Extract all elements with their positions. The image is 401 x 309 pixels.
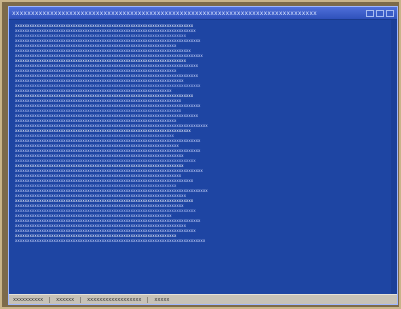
- console-line: xxxxxxxxxxxxxxxxxxxxxxxxxxxxxxxxxxxxxxxx…: [15, 199, 194, 203]
- console-line: xxxxxxxxxxxxxxxxxxxxxxxxxxxxxxxxxxxxxxxx…: [15, 209, 196, 213]
- console-line: xxxxxxxxxxxxxxxxxxxxxxxxxxxxxxxxxxxxxxxx…: [15, 229, 196, 233]
- console-line: xxxxxxxxxxxxxxxxxxxxxxxxxxxxxxxxxxxxxxxx…: [15, 79, 184, 83]
- console-line: xxxxxxxxxxxxxxxxxxxxxxxxxxxxxxxxxxxxxxxx…: [15, 184, 177, 188]
- status-separator: [80, 296, 82, 303]
- console-line: xxxxxxxxxxxxxxxxxxxxxxxxxxxxxxxxxxxxxxxx…: [15, 104, 201, 108]
- console-line: xxxxxxxxxxxxxxxxxxxxxxxxxxxxxxxxxxxxxxxx…: [15, 239, 206, 243]
- console-line: xxxxxxxxxxxxxxxxxxxxxxxxxxxxxxxxxxxxxxxx…: [15, 139, 201, 143]
- status-separator: [49, 296, 51, 303]
- console-line: xxxxxxxxxxxxxxxxxxxxxxxxxxxxxxxxxxxxxxxx…: [15, 134, 174, 138]
- console-line: xxxxxxxxxxxxxxxxxxxxxxxxxxxxxxxxxxxxxxxx…: [15, 64, 199, 68]
- console-line: xxxxxxxxxxxxxxxxxxxxxxxxxxxxxxxxxxxxxxxx…: [15, 159, 196, 163]
- close-button[interactable]: [386, 9, 394, 17]
- console-line: xxxxxxxxxxxxxxxxxxxxxxxxxxxxxxxxxxxxxxxx…: [15, 219, 201, 223]
- console-line: xxxxxxxxxxxxxxxxxxxxxxxxxxxxxxxxxxxxxxxx…: [15, 44, 177, 48]
- maximize-button[interactable]: [376, 9, 384, 17]
- monitor-frame: xxxxxxxxxxxxxxxxxxxxxxxxxxxxxxxxxxxxxxxx…: [2, 2, 399, 307]
- console-line: xxxxxxxxxxxxxxxxxxxxxxxxxxxxxxxxxxxxxxxx…: [15, 129, 191, 133]
- console-line: xxxxxxxxxxxxxxxxxxxxxxxxxxxxxxxxxxxxxxxx…: [15, 59, 186, 63]
- console-line: xxxxxxxxxxxxxxxxxxxxxxxxxxxxxxxxxxxxxxxx…: [15, 224, 186, 228]
- console-window[interactable]: xxxxxxxxxxxxxxxxxxxxxxxxxxxxxxxxxxxxxxxx…: [8, 6, 398, 305]
- console-line: xxxxxxxxxxxxxxxxxxxxxxxxxxxxxxxxxxxxxxxx…: [15, 144, 179, 148]
- minimize-button[interactable]: [366, 9, 374, 17]
- console-line: xxxxxxxxxxxxxxxxxxxxxxxxxxxxxxxxxxxxxxxx…: [15, 179, 194, 183]
- status-item: xxxxxx: [56, 296, 75, 303]
- console-line: xxxxxxxxxxxxxxxxxxxxxxxxxxxxxxxxxxxxxxxx…: [15, 204, 184, 208]
- console-line: xxxxxxxxxxxxxxxxxxxxxxxxxxxxxxxxxxxxxxxx…: [15, 189, 208, 193]
- console-line: xxxxxxxxxxxxxxxxxxxxxxxxxxxxxxxxxxxxxxxx…: [15, 214, 172, 218]
- console-line: xxxxxxxxxxxxxxxxxxxxxxxxxxxxxxxxxxxxxxxx…: [15, 89, 172, 93]
- status-item: xxxxxxxxxx: [13, 296, 44, 303]
- console-line: xxxxxxxxxxxxxxxxxxxxxxxxxxxxxxxxxxxxxxxx…: [15, 24, 194, 28]
- console-line: xxxxxxxxxxxxxxxxxxxxxxxxxxxxxxxxxxxxxxxx…: [15, 119, 177, 123]
- status-item: xxxxx: [154, 296, 170, 303]
- console-line: xxxxxxxxxxxxxxxxxxxxxxxxxxxxxxxxxxxxxxxx…: [15, 114, 199, 118]
- console-line: xxxxxxxxxxxxxxxxxxxxxxxxxxxxxxxxxxxxxxxx…: [15, 84, 201, 88]
- console-line: xxxxxxxxxxxxxxxxxxxxxxxxxxxxxxxxxxxxxxxx…: [15, 99, 182, 103]
- console-line: xxxxxxxxxxxxxxxxxxxxxxxxxxxxxxxxxxxxxxxx…: [15, 34, 186, 38]
- console-line: xxxxxxxxxxxxxxxxxxxxxxxxxxxxxxxxxxxxxxxx…: [15, 234, 177, 238]
- window-titlebar[interactable]: xxxxxxxxxxxxxxxxxxxxxxxxxxxxxxxxxxxxxxxx…: [9, 7, 397, 20]
- console-line: xxxxxxxxxxxxxxxxxxxxxxxxxxxxxxxxxxxxxxxx…: [15, 54, 203, 58]
- console-line: xxxxxxxxxxxxxxxxxxxxxxxxxxxxxxxxxxxxxxxx…: [15, 154, 184, 158]
- status-separator: [147, 296, 149, 303]
- console-line: xxxxxxxxxxxxxxxxxxxxxxxxxxxxxxxxxxxxxxxx…: [15, 69, 177, 73]
- console-line: xxxxxxxxxxxxxxxxxxxxxxxxxxxxxxxxxxxxxxxx…: [15, 124, 208, 128]
- status-item: xxxxxxxxxxxxxxxxxx: [87, 296, 142, 303]
- console-output[interactable]: xxxxxxxxxxxxxxxxxxxxxxxxxxxxxxxxxxxxxxxx…: [9, 20, 397, 294]
- console-line: xxxxxxxxxxxxxxxxxxxxxxxxxxxxxxxxxxxxxxxx…: [15, 169, 203, 173]
- status-bar: xxxxxxxxxx xxxxxx xxxxxxxxxxxxxxxxxx xxxxx: [9, 294, 397, 304]
- console-line: xxxxxxxxxxxxxxxxxxxxxxxxxxxxxxxxxxxxxxxx…: [15, 74, 199, 78]
- console-line: xxxxxxxxxxxxxxxxxxxxxxxxxxxxxxxxxxxxxxxx…: [15, 94, 194, 98]
- console-line: xxxxxxxxxxxxxxxxxxxxxxxxxxxxxxxxxxxxxxxx…: [15, 109, 182, 113]
- window-controls: [366, 9, 394, 17]
- console-edge: [391, 20, 397, 294]
- console-line: xxxxxxxxxxxxxxxxxxxxxxxxxxxxxxxxxxxxxxxx…: [15, 49, 191, 53]
- console-line: xxxxxxxxxxxxxxxxxxxxxxxxxxxxxxxxxxxxxxxx…: [15, 174, 182, 178]
- console-line: xxxxxxxxxxxxxxxxxxxxxxxxxxxxxxxxxxxxxxxx…: [15, 164, 184, 168]
- window-title: xxxxxxxxxxxxxxxxxxxxxxxxxxxxxxxxxxxxxxxx…: [12, 9, 317, 17]
- console-line: xxxxxxxxxxxxxxxxxxxxxxxxxxxxxxxxxxxxxxxx…: [15, 149, 201, 153]
- console-line: xxxxxxxxxxxxxxxxxxxxxxxxxxxxxxxxxxxxxxxx…: [15, 194, 186, 198]
- console-line: xxxxxxxxxxxxxxxxxxxxxxxxxxxxxxxxxxxxxxxx…: [15, 39, 201, 43]
- console-line: xxxxxxxxxxxxxxxxxxxxxxxxxxxxxxxxxxxxxxxx…: [15, 29, 196, 33]
